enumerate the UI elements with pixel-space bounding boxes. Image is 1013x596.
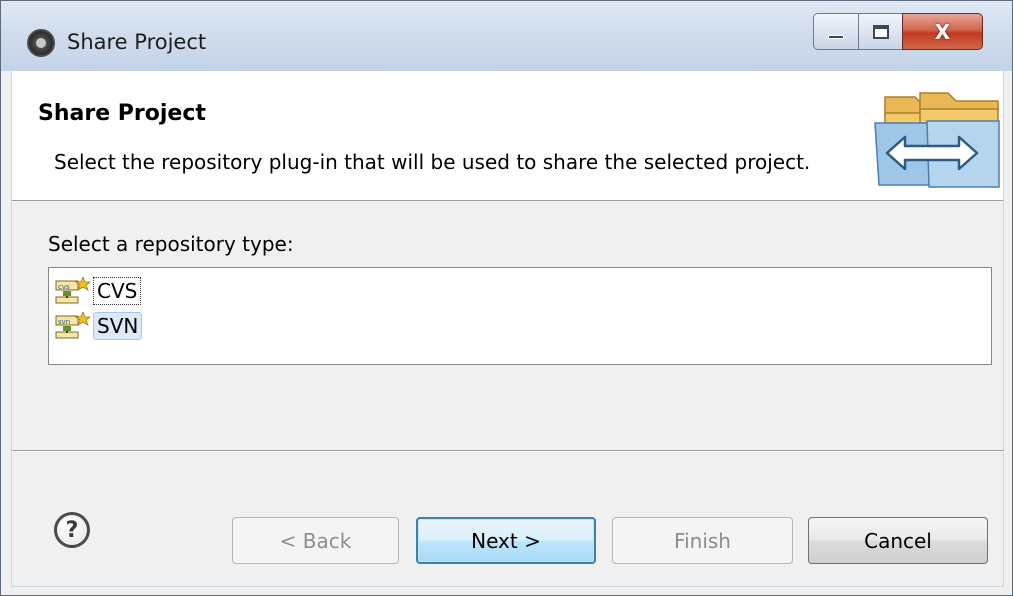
banner-title: Share Project xyxy=(38,101,206,126)
cancel-button[interactable]: Cancel xyxy=(808,517,988,564)
wizard-banner: Share Project Select the repository plug… xyxy=(11,71,1004,201)
wizard-content: Select a repository type: cvs CVS svn SV… xyxy=(11,202,1004,450)
banner-description: Select the repository plug-in that will … xyxy=(54,150,811,174)
share-folders-icon xyxy=(874,92,1000,188)
button-bar: ? < Back Next > Finish Cancel xyxy=(11,452,1004,587)
list-item-svn[interactable]: svn SVN xyxy=(53,310,143,342)
svn-label: SVN xyxy=(93,312,143,340)
minimize-icon xyxy=(828,34,844,39)
title-bar[interactable]: Share Project X xyxy=(1,1,1012,71)
svg-text:svn: svn xyxy=(58,318,70,326)
help-button[interactable]: ? xyxy=(54,512,90,548)
close-button[interactable]: X xyxy=(902,13,983,50)
eclipse-app-icon xyxy=(27,29,55,57)
window-title: Share Project xyxy=(67,30,207,54)
maximize-button[interactable] xyxy=(858,13,903,50)
repository-type-label: Select a repository type: xyxy=(48,232,294,256)
minimize-button[interactable] xyxy=(813,13,859,50)
svg-text:cvs: cvs xyxy=(58,283,70,291)
repository-type-list[interactable]: cvs CVS svn SVN xyxy=(48,267,992,365)
help-icon: ? xyxy=(65,517,79,543)
finish-button[interactable]: Finish xyxy=(612,517,793,564)
back-button[interactable]: < Back xyxy=(232,517,399,564)
close-icon: X xyxy=(934,19,951,44)
share-project-dialog: Share Project X Share Project Select the… xyxy=(0,0,1013,596)
list-item-cvs[interactable]: cvs CVS xyxy=(53,275,142,307)
cvs-repository-icon: cvs xyxy=(55,277,91,304)
cvs-label: CVS xyxy=(93,277,142,305)
maximize-icon xyxy=(872,24,889,39)
svn-repository-icon: svn xyxy=(55,312,91,339)
next-button[interactable]: Next > xyxy=(416,517,596,564)
